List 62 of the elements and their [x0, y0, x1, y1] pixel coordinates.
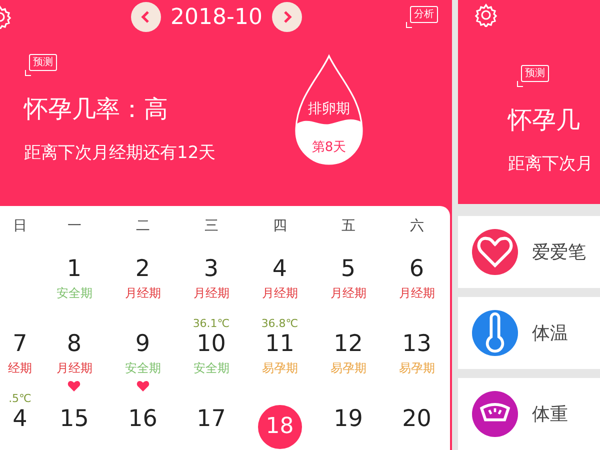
weekday-label: 一 — [66, 217, 82, 236]
weekday-label: 六 — [408, 217, 425, 236]
cycle-phase-label: 安全期 — [124, 360, 161, 377]
calendar-date[interactable]: 13 — [402, 330, 432, 358]
calendar-date[interactable]: 7 — [12, 330, 28, 358]
today-date[interactable]: 18 — [258, 405, 302, 449]
weekday-label: 日 — [12, 217, 28, 236]
cycle-phase-label: 经期 — [8, 360, 32, 377]
calendar-date[interactable]: 8 — [66, 330, 82, 358]
settings-icon[interactable] — [474, 3, 498, 27]
calendar-date[interactable]: 16 — [128, 405, 158, 433]
previous-month-button[interactable] — [130, 2, 161, 32]
pregnancy-chance: 怀孕几率：高 — [24, 94, 168, 125]
chevron-left-icon — [140, 11, 152, 23]
weekday-label: 二 — [134, 217, 151, 236]
cycle-phase-label: 易孕期 — [262, 360, 298, 377]
cycle-phase-label: 月经期 — [193, 285, 230, 302]
temperature-reading: .5℃ — [8, 392, 32, 405]
temperature-reading: 36.1℃ — [192, 317, 230, 330]
settings-icon[interactable] — [0, 5, 12, 29]
weekday-label: 四 — [272, 217, 288, 236]
temperature-reading: 36.8℃ — [261, 317, 298, 330]
calendar-date[interactable]: 9 — [135, 330, 150, 358]
cycle-phase-label: 月经期 — [124, 285, 161, 302]
calendar-date[interactable]: 4 — [272, 255, 288, 283]
cycle-phase-label: 月经期 — [56, 360, 92, 377]
calendar-date[interactable]: 12 — [334, 330, 363, 358]
calendar-date[interactable]: 15 — [60, 405, 89, 433]
calendar-date[interactable]: 11 — [265, 330, 294, 358]
cycle-phase-label: 易孕期 — [330, 360, 366, 377]
calendar-date[interactable]: 1 — [66, 255, 82, 283]
month-title: 2018-10 — [170, 4, 262, 30]
record-label: 爱爱笔 — [532, 241, 586, 264]
record-row[interactable]: 体重 — [458, 378, 600, 450]
calendar-date[interactable]: 20 — [402, 405, 432, 433]
phase-day: 第8天 — [312, 138, 346, 156]
chevron-right-icon — [281, 11, 294, 23]
calendar-date[interactable]: 3 — [204, 255, 219, 283]
cycle-phase-label: 月经期 — [398, 285, 435, 302]
next-period-countdown: 距离下次月经期还有12天 — [24, 142, 216, 164]
record-row[interactable]: 体温 — [458, 297, 600, 369]
calendar-date[interactable]: 6 — [409, 255, 424, 283]
calendar-date[interactable]: 17 — [196, 405, 226, 433]
next-month-button[interactable] — [272, 2, 302, 32]
cycle-phase-label: 月经期 — [330, 285, 366, 302]
record-label: 体重 — [532, 403, 568, 426]
calendar-date[interactable]: 10 — [196, 330, 226, 358]
phase-name: 排卵期 — [308, 100, 350, 118]
calendar-date[interactable]: 5 — [340, 255, 356, 283]
calendar-date[interactable]: 19 — [334, 405, 363, 433]
pregnancy-chance: 怀孕几 — [508, 105, 580, 136]
calendar-date[interactable]: 2 — [135, 255, 150, 283]
record-row[interactable]: 爱爱笔 — [458, 216, 600, 288]
cycle-phase-label: 易孕期 — [398, 360, 435, 377]
cycle-phase-label: 安全期 — [193, 360, 230, 377]
record-label: 体温 — [532, 322, 568, 345]
next-period-countdown: 距离下次月 — [508, 153, 593, 175]
weekday-label: 三 — [203, 217, 220, 236]
cycle-phase-label: 月经期 — [262, 285, 298, 302]
weekday-label: 五 — [340, 217, 356, 236]
calendar-date[interactable]: 4 — [12, 405, 28, 433]
cycle-phase-label: 安全期 — [56, 285, 92, 302]
